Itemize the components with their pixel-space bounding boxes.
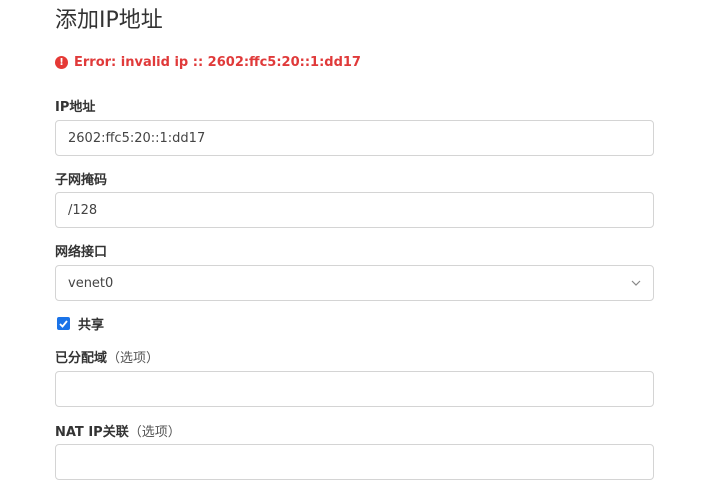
assigned-domain-label: 已分配域（选项） [55,347,159,366]
subnet-mask-input[interactable] [55,192,654,228]
nat-ip-optional: （选项） [128,425,181,440]
network-interface-select[interactable]: venet0 [55,265,654,301]
nat-ip-input[interactable] [55,444,654,480]
shared-checkbox-label: 共享 [78,318,105,333]
error-text: Error: invalid ip :: 2602:ffc5:20::1:dd1… [74,55,361,70]
nat-ip-label-text: NAT IP关联 [55,425,129,440]
assigned-domain-optional: （选项） [107,351,160,366]
exclamation-circle-icon: ! [55,56,68,69]
ip-address-input[interactable] [55,120,654,156]
ip-address-label: IP地址 [55,100,96,115]
nat-ip-label: NAT IP关联（选项） [55,421,181,440]
error-message: ! Error: invalid ip :: 2602:ffc5:20::1:d… [55,55,361,70]
subnet-mask-label: 子网掩码 [55,173,108,188]
assigned-domain-label-text: 已分配域 [55,351,108,366]
network-interface-label: 网络接口 [55,245,108,260]
shared-checkbox-row[interactable]: 共享 [57,314,104,333]
checkmark-icon [59,319,68,328]
assigned-domain-input[interactable] [55,371,654,407]
network-interface-value: venet0 [68,275,114,291]
page-title: 添加IP地址 [55,8,163,33]
chevron-down-icon [631,278,641,288]
shared-checkbox[interactable] [57,317,70,330]
